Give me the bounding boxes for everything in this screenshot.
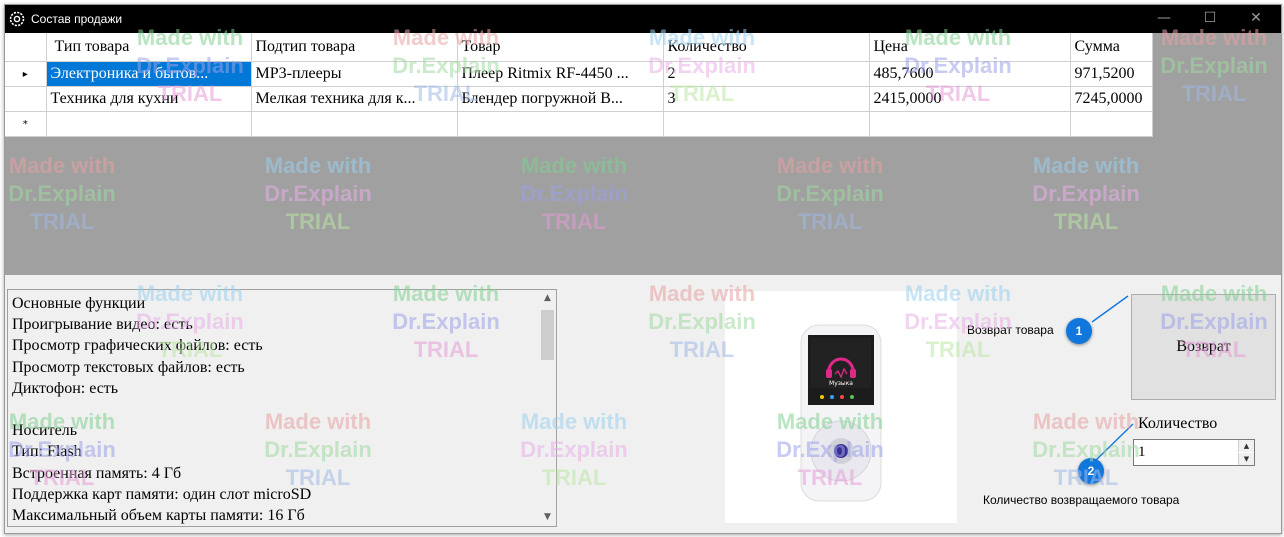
callout-badge-1: 1: [1066, 318, 1092, 344]
callout-2-pointer: [1095, 423, 1134, 461]
callout-1-pointer: [1091, 295, 1129, 323]
callout-badge-2: 2: [1078, 458, 1104, 484]
callout-lines: [1091, 295, 1134, 461]
